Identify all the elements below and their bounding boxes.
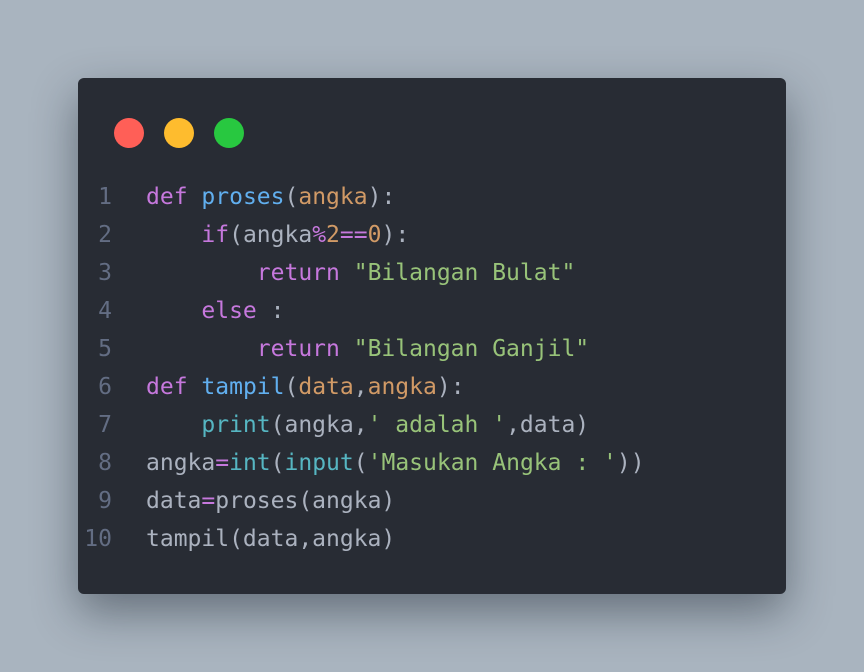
code-token-kw: return <box>256 336 340 362</box>
code-token-plain: data <box>146 488 202 514</box>
code-line: 3 return "Bilangan Bulat" <box>78 254 645 292</box>
code-token-plain: ( <box>284 374 299 400</box>
code-token-num: 0 <box>367 222 382 248</box>
line-number: 10 <box>84 526 112 552</box>
code-token-plain: , <box>353 374 368 400</box>
code-line: 2 if(angka%2==0): <box>78 216 645 254</box>
code-token-plain: tampil(data,angka) <box>146 526 396 552</box>
maximize-dot[interactable] <box>214 118 244 148</box>
code-token-plain: ): <box>381 222 410 248</box>
code-line: 1 def proses(angka): <box>78 178 645 216</box>
line-source: print(angka,' adalah ',data) <box>146 406 589 444</box>
code-token-builtin: print <box>201 412 271 438</box>
code-token-plain: ( <box>270 450 285 476</box>
line-source: return "Bilangan Ganjil" <box>146 330 589 368</box>
code-token-plain: angka <box>146 450 216 476</box>
close-dot[interactable] <box>114 118 144 148</box>
code-token-plain: (angka, <box>270 412 368 438</box>
minimize-dot[interactable] <box>164 118 194 148</box>
code-token-param: angka <box>367 374 437 400</box>
line-number: 7 <box>98 412 112 438</box>
line-source: else : <box>146 292 284 330</box>
code-token-plain: (angka <box>229 222 313 248</box>
code-token-plain: ( <box>284 184 299 210</box>
code-line: 5 return "Bilangan Ganjil" <box>78 330 645 368</box>
code-token-param: data <box>298 374 354 400</box>
line-number: 4 <box>98 298 112 324</box>
line-number: 2 <box>98 222 112 248</box>
code-token-num: 2 <box>326 222 340 248</box>
line-source: def proses(angka): <box>146 178 395 216</box>
code-token-builtin: int <box>229 450 271 476</box>
window-controls <box>114 118 244 148</box>
line-source: return "Bilangan Bulat" <box>146 254 576 292</box>
code-token-plain: ): <box>436 374 465 400</box>
code-line: 8 angka=int(input('Masukan Angka : ')) <box>78 444 645 482</box>
code-line: 6 def tampil(data,angka): <box>78 368 645 406</box>
code-token-kw: return <box>256 260 340 286</box>
code-token-str: ' adalah ' <box>367 412 507 438</box>
code-line: 10 tampil(data,angka) <box>78 520 645 558</box>
code-token-plain: ,data) <box>506 412 590 438</box>
code-line: 7 print(angka,' adalah ',data) <box>78 406 645 444</box>
code-token-kw: if <box>201 222 230 248</box>
line-source: data=proses(angka) <box>146 482 395 520</box>
line-number: 1 <box>98 184 112 210</box>
code-token-fn: tampil <box>201 374 285 400</box>
line-number: 9 <box>98 488 112 514</box>
code-token-plain: proses(angka) <box>215 488 396 514</box>
code-token-str: 'Masukan Angka : ' <box>367 450 617 476</box>
code-token-kw: else <box>201 298 257 324</box>
code-token-fn: proses <box>201 184 285 210</box>
code-token-op: = <box>201 488 216 514</box>
line-source: tampil(data,angka) <box>146 520 395 558</box>
code-token-plain: )) <box>616 450 645 476</box>
code-token-plain: : <box>256 298 285 324</box>
code-token-param: angka <box>298 184 368 210</box>
code-window: 1 def proses(angka): 2 if(angka%2==0): 3 re… <box>78 78 786 594</box>
code-token-builtin: input <box>284 450 354 476</box>
code-token-str: "Bilangan Ganjil" <box>353 336 590 362</box>
line-source: def tampil(data,angka): <box>146 368 465 406</box>
code-token-plain: ): <box>367 184 396 210</box>
code-token-str: "Bilangan Bulat" <box>353 260 576 286</box>
line-number: 3 <box>98 260 112 286</box>
code-line: 9 data=proses(angka) <box>78 482 645 520</box>
line-source: angka=int(input('Masukan Angka : ')) <box>146 444 645 482</box>
code-token-op: == <box>339 222 368 248</box>
code-token-op: = <box>215 450 230 476</box>
code-line: 4 else : <box>78 292 645 330</box>
code-token-op: % <box>312 222 327 248</box>
code-token-plain: ( <box>353 450 368 476</box>
code-token-kw: def <box>146 184 188 210</box>
line-number: 6 <box>98 374 112 400</box>
code-token-kw: def <box>146 374 188 400</box>
line-number: 5 <box>98 336 112 362</box>
line-number: 8 <box>98 450 112 476</box>
line-source: if(angka%2==0): <box>146 216 409 254</box>
code-block: 1 def proses(angka): 2 if(angka%2==0): 3 re… <box>78 178 645 558</box>
